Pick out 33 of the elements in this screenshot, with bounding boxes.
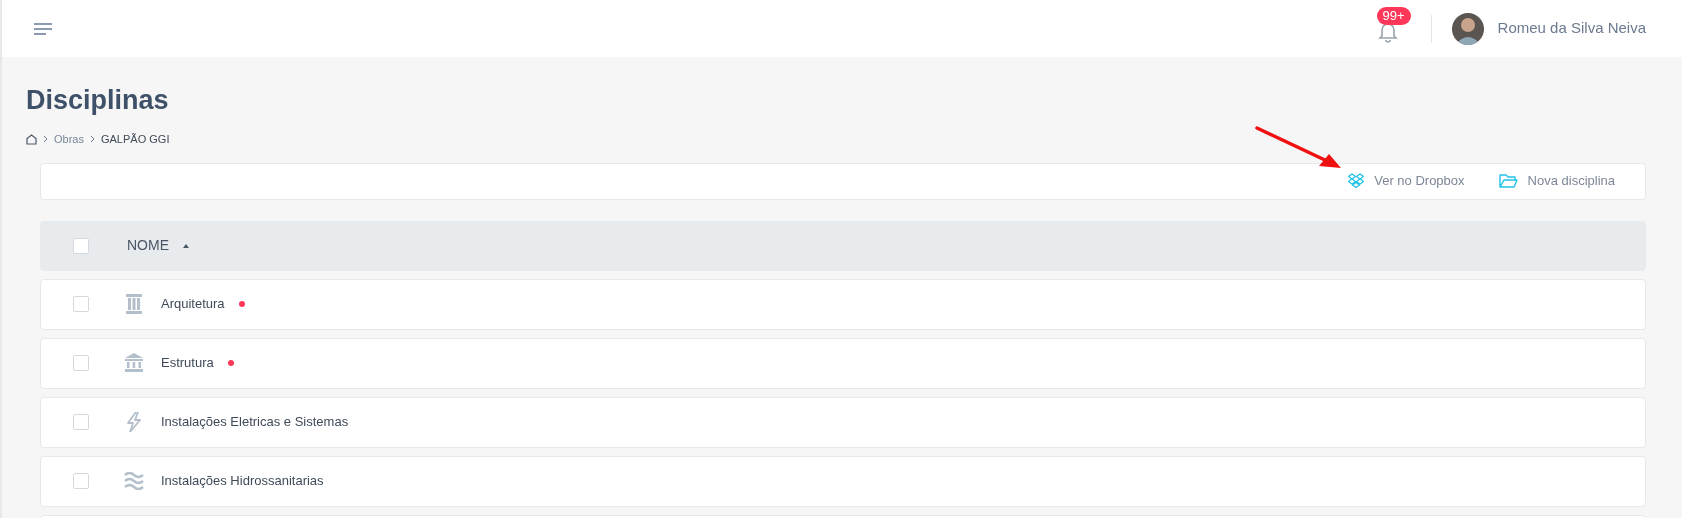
page-title: Disciplinas (26, 84, 170, 117)
dropbox-icon (1348, 173, 1365, 189)
user-name[interactable]: Romeu da Silva Neiva (1497, 17, 1646, 40)
bank-icon (124, 353, 144, 373)
avatar[interactable] (1451, 12, 1484, 45)
waves-icon (124, 472, 144, 490)
table-row[interactable]: Instalações Eletricas e Sistemas (40, 396, 1646, 448)
table-row[interactable]: Estrutura (40, 337, 1646, 389)
discipline-name[interactable]: Estrutura (161, 353, 214, 373)
table-row[interactable]: Arquitetura (40, 278, 1646, 330)
toolbar-button[interactable]: Ver no Dropbox (1348, 171, 1465, 191)
table-row[interactable]: Instalações Hidrossanitarias (40, 455, 1646, 507)
discipline-name[interactable]: Instalações Eletricas e Sistemas (161, 412, 349, 432)
checkbox[interactable] (73, 237, 89, 254)
notifications-button[interactable]: 99+ (1374, 6, 1411, 47)
breadcrumb-item: GALPÃO GGI (100, 132, 170, 147)
home-icon[interactable] (26, 133, 37, 145)
breadcrumb-item[interactable]: Obras (54, 131, 84, 148)
chevron-icon (43, 135, 48, 144)
toolbar-button[interactable]: Nova disciplina (1498, 171, 1615, 191)
column-icon (125, 294, 143, 314)
column-header[interactable]: NOME (127, 235, 189, 256)
discipline-name[interactable]: Arquitetura (161, 294, 225, 314)
checkbox[interactable] (73, 414, 89, 430)
folder-icon (1498, 173, 1518, 189)
checkbox[interactable] (73, 355, 89, 371)
notification-badge: 99+ (1376, 6, 1411, 25)
lightning-icon (126, 412, 142, 432)
discipline-name[interactable]: Instalações Hidrossanitarias (161, 471, 324, 491)
menu-icon (34, 21, 52, 36)
checkbox[interactable] (73, 296, 89, 312)
chevron-icon (89, 135, 95, 144)
checkbox[interactable] (73, 473, 89, 489)
